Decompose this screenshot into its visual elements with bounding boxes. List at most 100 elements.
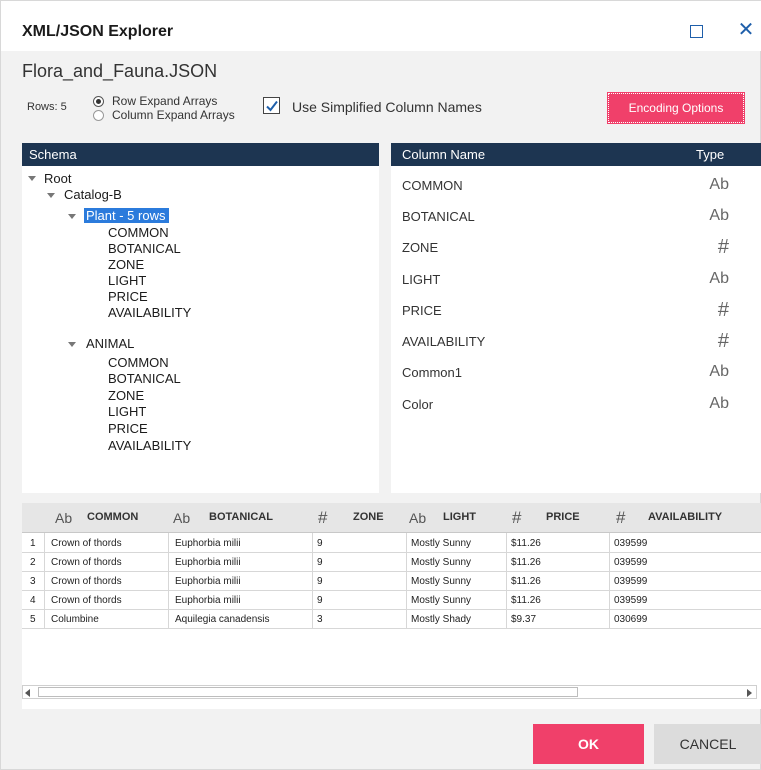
- row-number: 5: [30, 614, 36, 625]
- cell-availability: 039599: [614, 576, 648, 587]
- radio-selected-icon[interactable]: [93, 95, 104, 107]
- tree-field[interactable]: COMMON: [108, 355, 169, 370]
- cancel-button[interactable]: CANCEL: [654, 724, 761, 764]
- tree-field[interactable]: PRICE: [108, 289, 148, 304]
- tree-field[interactable]: ZONE: [108, 257, 144, 272]
- cell-botanical: Aquilegia canadensis: [175, 614, 270, 625]
- cell-availability: 039599: [614, 595, 648, 606]
- tree-field[interactable]: AVAILABILITY: [108, 438, 191, 453]
- cell-light: Mostly Sunny: [411, 595, 472, 606]
- column-name[interactable]: LIGHT: [402, 272, 440, 287]
- cell-light: Mostly Sunny: [411, 576, 472, 587]
- scroll-right-icon[interactable]: [747, 689, 752, 697]
- title-bar: XML/JSON Explorer ✕: [1, 1, 761, 51]
- cell-zone: 9: [317, 538, 323, 549]
- column-name[interactable]: PRICE: [402, 303, 442, 318]
- row-expand-label: Row Expand Arrays: [112, 94, 218, 108]
- cell-common: Crown of thords: [51, 595, 122, 606]
- tree-root[interactable]: Root: [44, 171, 71, 186]
- cell-zone: 9: [317, 557, 323, 568]
- text-type-icon: Ab: [709, 395, 729, 412]
- grid-header-botanical[interactable]: BOTANICAL: [209, 511, 273, 523]
- column-expand-radio[interactable]: Column Expand Arrays: [93, 108, 235, 122]
- column-name[interactable]: Color: [402, 397, 433, 412]
- tree-plant-selected[interactable]: Plant - 5 rows: [84, 208, 170, 223]
- expand-arrow-icon[interactable]: [28, 176, 36, 181]
- tree-animal[interactable]: ANIMAL: [86, 336, 134, 351]
- cell-price: $11.26: [511, 557, 541, 568]
- cell-availability: 039599: [614, 538, 648, 549]
- tree-field[interactable]: LIGHT: [108, 404, 146, 419]
- ok-button[interactable]: OK: [533, 724, 644, 764]
- cell-price: $11.26: [511, 538, 541, 549]
- tree-field[interactable]: BOTANICAL: [108, 371, 181, 386]
- grid-header-common[interactable]: COMMON: [87, 511, 138, 523]
- data-grid: Ab COMMON Ab BOTANICAL # ZONE Ab LIGHT #…: [22, 503, 761, 709]
- cell-zone: 3: [317, 614, 323, 625]
- text-type-icon: Ab: [709, 363, 729, 380]
- grid-header-zone[interactable]: ZONE: [353, 511, 384, 523]
- cell-price: $11.26: [511, 576, 541, 587]
- tree-field[interactable]: ZONE: [108, 388, 144, 403]
- cell-availability: 039599: [614, 557, 648, 568]
- column-name[interactable]: Common1: [402, 365, 462, 380]
- expand-arrow-icon[interactable]: [68, 342, 76, 347]
- tree-field[interactable]: COMMON: [108, 225, 169, 240]
- cell-light: Mostly Sunny: [411, 557, 472, 568]
- columns-panel: Column Name Type COMMON Ab BOTANICAL Ab …: [391, 143, 761, 493]
- horizontal-scrollbar[interactable]: [22, 685, 757, 699]
- encoding-options-button[interactable]: Encoding Options: [607, 92, 745, 124]
- scrollbar-thumb[interactable]: [38, 687, 578, 697]
- tree-field[interactable]: LIGHT: [108, 273, 146, 288]
- number-type-icon: #: [512, 508, 522, 527]
- expand-arrow-icon[interactable]: [47, 193, 55, 198]
- file-name: Flora_and_Fauna.JSON: [22, 61, 218, 81]
- type-header: Type: [696, 147, 725, 162]
- tree-catalog[interactable]: Catalog-B: [64, 187, 122, 202]
- cell-light: Mostly Sunny: [411, 538, 472, 549]
- checkmark-icon: [266, 100, 278, 112]
- cell-botanical: Euphorbia milii: [175, 538, 241, 549]
- grid-header-light[interactable]: LIGHT: [443, 511, 476, 523]
- schema-header: Schema: [22, 143, 379, 166]
- cell-light: Mostly Shady: [411, 614, 472, 625]
- maximize-icon[interactable]: [690, 25, 703, 38]
- column-expand-label: Column Expand Arrays: [112, 108, 235, 122]
- scroll-left-icon[interactable]: [25, 689, 30, 697]
- tree-field[interactable]: PRICE: [108, 421, 148, 436]
- number-type-icon: #: [717, 236, 729, 258]
- grid-header: Ab COMMON Ab BOTANICAL # ZONE Ab LIGHT #…: [22, 503, 761, 533]
- expand-arrow-icon[interactable]: [68, 214, 76, 219]
- close-icon[interactable]: ✕: [736, 18, 756, 42]
- column-name[interactable]: BOTANICAL: [402, 209, 475, 224]
- tree-field[interactable]: AVAILABILITY: [108, 305, 191, 320]
- columns-header: Column Name Type: [391, 143, 761, 166]
- column-name[interactable]: COMMON: [402, 178, 463, 193]
- number-type-icon: #: [616, 508, 626, 527]
- cell-common: Columbine: [51, 614, 99, 625]
- column-name[interactable]: ZONE: [402, 240, 438, 255]
- cell-availability: 030699: [614, 614, 648, 625]
- table-row[interactable]: 2 Crown of thords Euphorbia milii 9 Most…: [22, 553, 761, 572]
- cell-botanical: Euphorbia milii: [175, 557, 241, 568]
- column-name[interactable]: AVAILABILITY: [402, 334, 485, 349]
- table-row[interactable]: 1 Crown of thords Euphorbia milii 9 Most…: [22, 534, 761, 553]
- row-number: 1: [30, 538, 36, 549]
- cell-price: $11.26: [511, 595, 541, 606]
- table-row[interactable]: 5 Columbine Aquilegia canadensis 3 Mostl…: [22, 610, 761, 629]
- cell-common: Crown of thords: [51, 557, 122, 568]
- text-type-icon: Ab: [709, 207, 729, 224]
- schema-panel: Schema Root Catalog-B Plant - 5 rows COM…: [22, 143, 379, 493]
- table-row[interactable]: 4 Crown of thords Euphorbia milii 9 Most…: [22, 591, 761, 610]
- row-expand-radio[interactable]: Row Expand Arrays: [93, 94, 217, 108]
- simplified-names-checkbox[interactable]: [263, 97, 280, 114]
- text-type-icon: Ab: [709, 176, 729, 193]
- grid-header-availability[interactable]: AVAILABILITY: [648, 511, 722, 523]
- tree-field[interactable]: BOTANICAL: [108, 241, 181, 256]
- cell-zone: 9: [317, 595, 323, 606]
- column-name-header: Column Name: [402, 147, 486, 162]
- radio-unselected-icon[interactable]: [93, 109, 104, 121]
- table-row[interactable]: 3 Crown of thords Euphorbia milii 9 Most…: [22, 572, 761, 591]
- grid-header-price[interactable]: PRICE: [546, 511, 580, 523]
- row-number: 3: [30, 576, 36, 587]
